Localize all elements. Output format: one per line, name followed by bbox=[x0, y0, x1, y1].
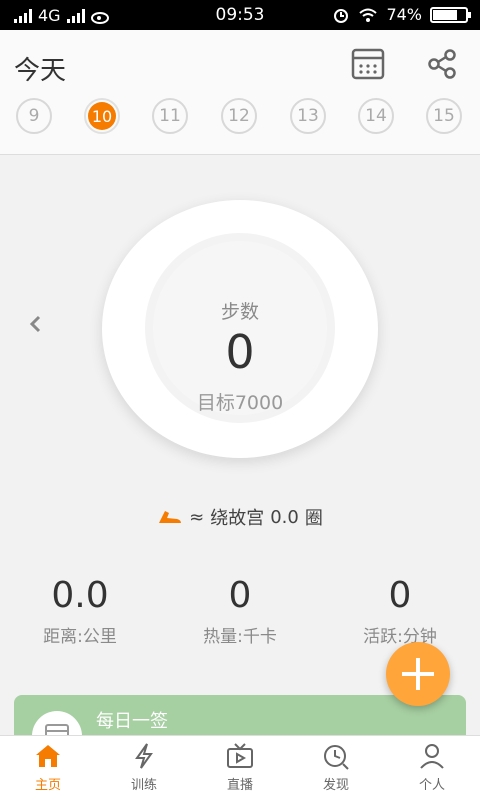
tab-live-label: 直播 bbox=[226, 778, 253, 793]
stat-active: 0 活跃:分钟 bbox=[320, 575, 480, 647]
day-14[interactable]: 14 bbox=[358, 98, 394, 134]
bottom-tab-bar: 主页 训练 直播 发现 个人 bbox=[0, 735, 480, 801]
step-ring[interactable]: 步数 0 目标7000 bbox=[102, 200, 378, 458]
day-9[interactable]: 9 bbox=[16, 98, 52, 134]
equivalence-line: ≈ 绕故宫 0.0 圈 bbox=[0, 504, 480, 530]
tab-discover-label: 发现 bbox=[322, 778, 349, 793]
equivalence-value: 0.0 bbox=[270, 506, 299, 528]
tab-profile-label: 个人 bbox=[418, 778, 445, 793]
equivalence-prefix: ≈ bbox=[189, 506, 205, 528]
battery-percent: 74% bbox=[386, 5, 422, 24]
tab-training[interactable]: 训练 bbox=[96, 742, 192, 793]
day-selector: 9 10 11 12 13 14 15 bbox=[0, 98, 480, 138]
daily-card-title: 每日一签 bbox=[96, 711, 168, 732]
tab-discover[interactable]: 发现 bbox=[288, 742, 384, 793]
add-button[interactable] bbox=[386, 642, 450, 706]
share-icon[interactable] bbox=[424, 46, 460, 82]
tab-profile[interactable]: 个人 bbox=[384, 742, 480, 793]
day-15[interactable]: 15 bbox=[426, 98, 462, 134]
status-bar: 4G 09:53 74% bbox=[0, 0, 480, 30]
page-title: 今天 bbox=[14, 56, 67, 86]
step-ring-inner: 步数 0 目标7000 bbox=[145, 233, 335, 423]
wifi-icon bbox=[359, 8, 378, 22]
battery-icon bbox=[430, 6, 471, 23]
step-goal: 目标7000 bbox=[196, 392, 284, 414]
step-label: 步数 bbox=[220, 301, 259, 323]
tab-live[interactable]: 直播 bbox=[192, 742, 288, 793]
lightning-icon bbox=[135, 743, 153, 769]
stat-calories-label: 热量:千卡 bbox=[203, 627, 277, 647]
main-content: 步数 0 目标7000 ≈ 绕故宫 0.0 圈 0.0 距离:公里 0 热量:千… bbox=[0, 155, 480, 745]
tab-home-label: 主页 bbox=[34, 778, 61, 793]
stat-calories-value: 0 bbox=[228, 575, 252, 616]
alarm-icon bbox=[334, 8, 349, 23]
stat-active-value: 0 bbox=[388, 575, 412, 616]
discover-icon bbox=[324, 745, 349, 770]
equivalence-unit: 圈 bbox=[304, 508, 323, 529]
shoe-icon bbox=[159, 511, 182, 523]
day-12[interactable]: 12 bbox=[221, 98, 257, 134]
stat-distance-label: 距离:公里 bbox=[43, 627, 117, 647]
day-10-selected[interactable]: 10 bbox=[84, 98, 120, 134]
header: 今天 9 10 11 12 13 14 15 bbox=[0, 30, 480, 155]
day-13[interactable]: 13 bbox=[290, 98, 326, 134]
stat-calories: 0 热量:千卡 bbox=[160, 575, 320, 647]
home-icon bbox=[36, 745, 60, 767]
tv-icon bbox=[227, 743, 253, 768]
tab-training-label: 训练 bbox=[130, 778, 157, 793]
chevron-left-icon[interactable] bbox=[28, 315, 44, 333]
plus-icon bbox=[402, 658, 434, 690]
calendar-icon[interactable] bbox=[350, 46, 386, 82]
day-11[interactable]: 11 bbox=[152, 98, 188, 134]
step-count: 0 bbox=[225, 325, 255, 379]
equivalence-text: 绕故宫 bbox=[210, 508, 265, 529]
stat-distance-value: 0.0 bbox=[51, 575, 109, 616]
person-icon bbox=[420, 744, 444, 769]
status-right: 74% bbox=[332, 5, 471, 24]
battery-fill bbox=[433, 9, 457, 20]
stat-distance: 0.0 距离:公里 bbox=[0, 575, 160, 647]
tab-home[interactable]: 主页 bbox=[0, 742, 96, 793]
